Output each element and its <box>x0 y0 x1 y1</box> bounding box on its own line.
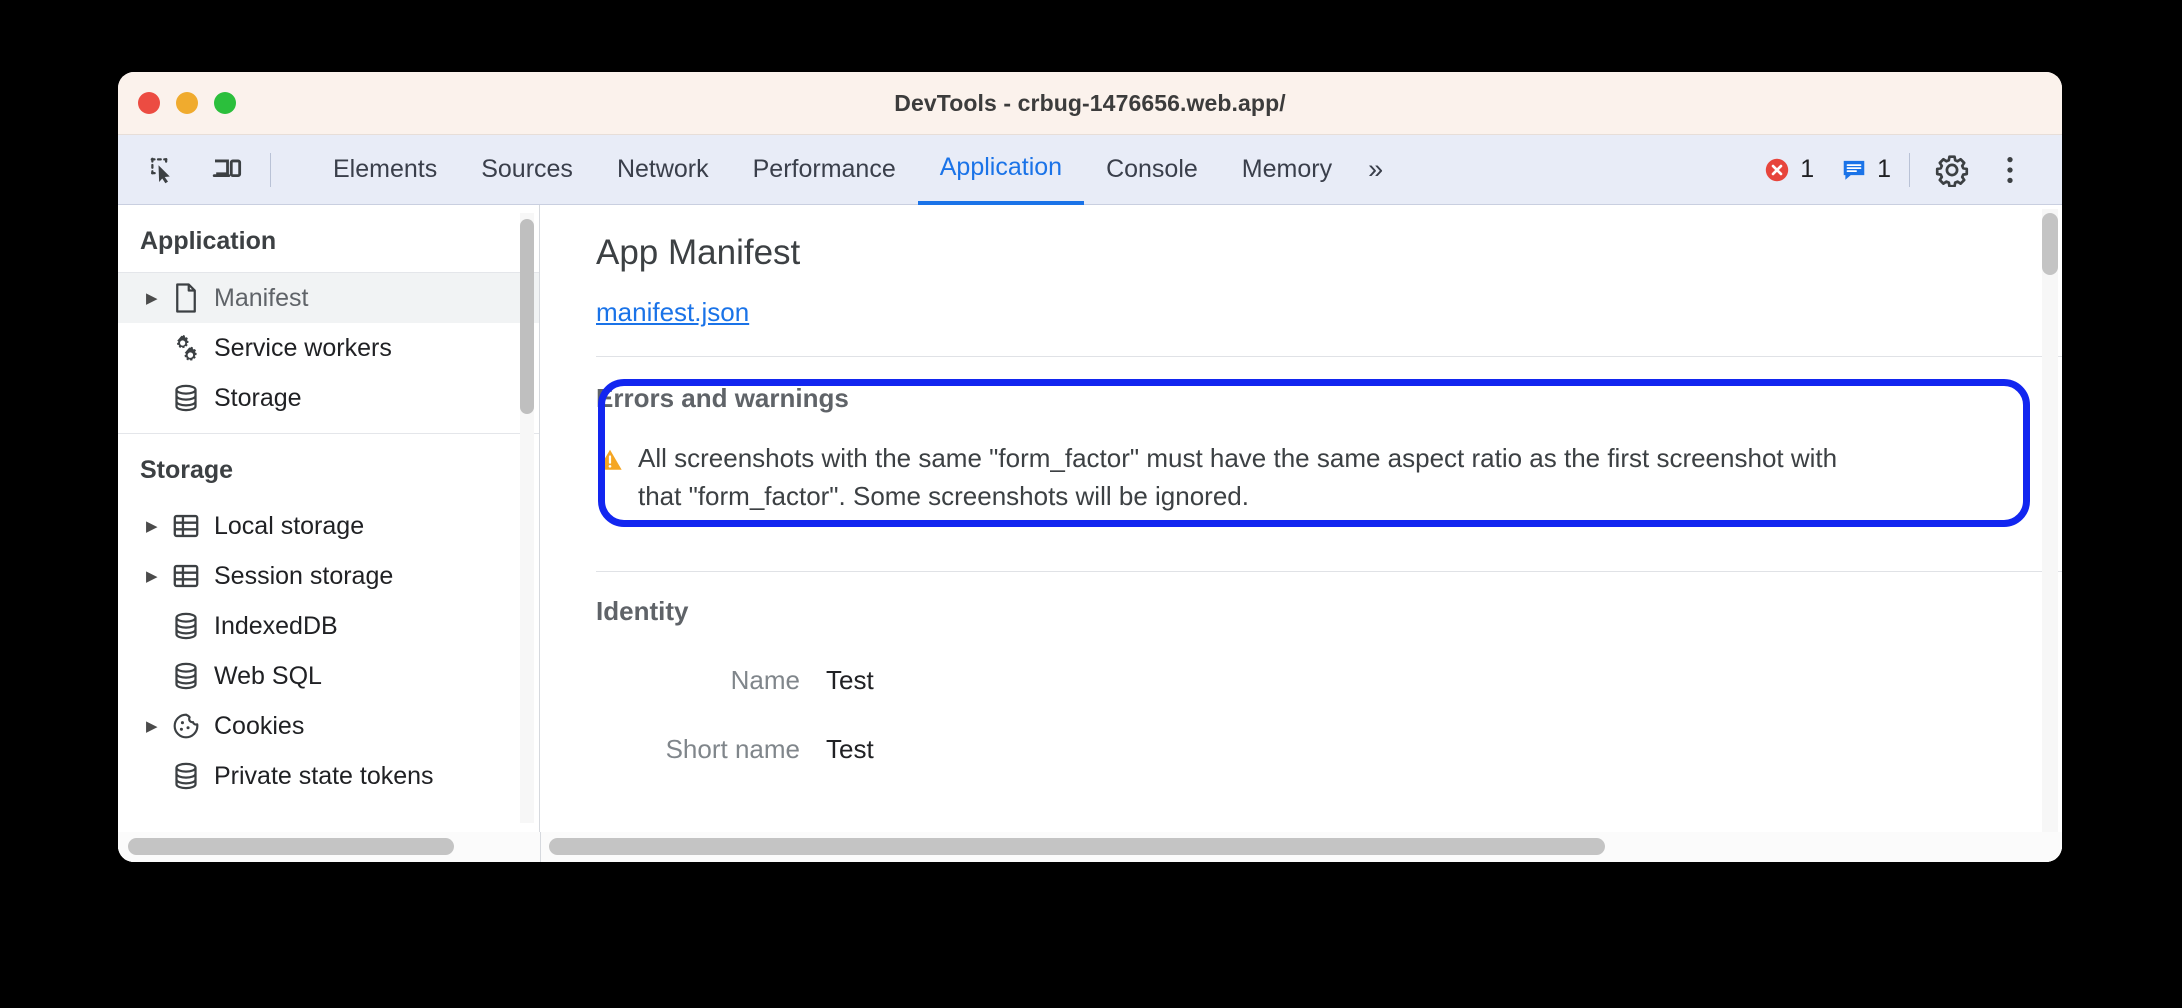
expand-arrow-icon[interactable]: ▶ <box>146 519 168 534</box>
sidebar-hscroll-thumb[interactable] <box>128 838 454 855</box>
database-icon <box>168 761 204 791</box>
identity-field-name: Name Test <box>596 665 2062 696</box>
sidebar-item-session-storage[interactable]: ▶ Session storage <box>118 551 539 601</box>
traffic-light-group <box>138 72 236 134</box>
sidebar-item-label: IndexedDB <box>214 611 338 640</box>
identity-field-short-name: Short name Test <box>596 734 2062 765</box>
panel-tabs: Elements Sources Network Performance App… <box>311 135 1393 205</box>
sidebar-item-service-workers[interactable]: ▶ Service workers <box>118 323 539 373</box>
message-counter[interactable]: 1 <box>1830 155 1901 184</box>
sidebar-item-storage[interactable]: ▶ Storage <box>118 373 539 423</box>
close-window-button[interactable] <box>138 92 160 114</box>
warning-item: All screenshots with the same "form_fact… <box>596 440 1881 515</box>
screenshot-stage: DevTools - crbug-1476656.web.app/ Elemen… <box>0 0 2182 1008</box>
sidebar-item-label: Web SQL <box>214 661 322 690</box>
more-tabs-chevron-icon[interactable]: » <box>1354 135 1393 205</box>
sidebar-vertical-scrollbar[interactable] <box>520 213 534 823</box>
database-icon <box>168 661 204 691</box>
tab-sources[interactable]: Sources <box>459 135 595 205</box>
error-count: 1 <box>1800 155 1815 183</box>
sidebar-section-title-storage: Storage <box>118 433 539 501</box>
tab-memory[interactable]: Memory <box>1220 135 1354 205</box>
toolbar-icon-group <box>140 147 299 193</box>
gear-icon[interactable] <box>1926 144 1978 196</box>
tab-network[interactable]: Network <box>595 135 731 205</box>
tab-performance[interactable]: Performance <box>731 135 918 205</box>
field-value: Test <box>826 734 874 765</box>
device-toolbar-icon[interactable] <box>204 147 250 193</box>
application-sidebar: Application ▶ Manifest ▶ <box>118 205 540 862</box>
expand-arrow-icon[interactable]: ▶ <box>146 719 168 734</box>
table-icon <box>168 562 204 590</box>
sidebar-item-private-state-tokens[interactable]: ▶ Private state tokens <box>118 751 539 801</box>
message-count: 1 <box>1877 155 1891 183</box>
identity-heading: Identity <box>596 596 689 627</box>
cookie-icon <box>168 712 204 740</box>
warning-triangle-icon <box>596 440 624 474</box>
sidebar-item-label: Manifest <box>214 283 309 312</box>
tab-elements[interactable]: Elements <box>311 135 459 205</box>
sidebar-item-indexeddb[interactable]: ▶ IndexedDB <box>118 601 539 651</box>
horizontal-scrollbars <box>118 832 2062 862</box>
database-icon <box>168 611 204 641</box>
error-circle-icon <box>1765 158 1789 181</box>
maximize-window-button[interactable] <box>214 92 236 114</box>
window-title: DevTools - crbug-1476656.web.app/ <box>894 89 1286 116</box>
errors-and-warnings-section: Errors and warnings All screenshots with… <box>596 357 2062 543</box>
window-titlebar: DevTools - crbug-1476656.web.app/ <box>118 72 2062 135</box>
errors-heading: Errors and warnings <box>596 383 849 413</box>
gears-icon <box>168 333 204 363</box>
sidebar-item-cookies[interactable]: ▶ Cookies <box>118 701 539 751</box>
field-label: Name <box>730 665 800 696</box>
toolbar-divider-right <box>1909 152 1910 187</box>
error-counter[interactable]: 1 <box>1753 155 1824 184</box>
devtools-toolbar: Elements Sources Network Performance App… <box>118 135 2062 205</box>
field-value: Test <box>826 665 874 696</box>
main-scrollbar-thumb[interactable] <box>2042 213 2058 275</box>
toolbar-divider <box>270 152 271 187</box>
database-icon <box>168 383 204 413</box>
page-title: App Manifest <box>596 233 801 272</box>
warning-message: All screenshots with the same "form_fact… <box>638 443 1838 511</box>
kebab-menu-icon[interactable] <box>1984 144 2036 196</box>
inspect-element-icon[interactable] <box>140 147 186 193</box>
main-hscroll-thumb[interactable] <box>549 838 1605 855</box>
minimize-window-button[interactable] <box>176 92 198 114</box>
document-icon <box>168 283 204 313</box>
manifest-panel: App Manifest manifest.json Errors and wa… <box>540 205 2062 862</box>
sidebar-item-label: Service workers <box>214 333 392 362</box>
main-vertical-scrollbar[interactable] <box>2042 209 2058 845</box>
sidebar-horizontal-scrollbar[interactable] <box>118 832 541 862</box>
tab-console[interactable]: Console <box>1084 135 1220 205</box>
table-icon <box>168 512 204 540</box>
tab-application[interactable]: Application <box>917 135 1085 205</box>
expand-arrow-icon[interactable]: ▶ <box>146 291 168 306</box>
message-bubble-icon <box>1843 160 1865 180</box>
sidebar-item-label: Private state tokens <box>214 761 434 790</box>
sidebar-item-local-storage[interactable]: ▶ Local storage <box>118 501 539 551</box>
sidebar-scroll-content: Application ▶ Manifest ▶ <box>118 205 539 801</box>
sidebar-item-label: Cookies <box>214 711 305 740</box>
sidebar-item-manifest[interactable]: ▶ Manifest <box>118 273 539 323</box>
field-label: Short name <box>665 734 800 765</box>
sidebar-item-web-sql[interactable]: ▶ Web SQL <box>118 651 539 701</box>
sidebar-item-label: Storage <box>214 383 302 412</box>
devtools-body: Application ▶ Manifest ▶ <box>118 205 2062 862</box>
main-horizontal-scrollbar[interactable] <box>541 832 2062 862</box>
sidebar-item-label: Local storage <box>214 511 365 540</box>
manifest-json-link[interactable]: manifest.json <box>596 297 749 328</box>
expand-arrow-icon[interactable]: ▶ <box>146 569 168 584</box>
manifest-content: App Manifest manifest.json Errors and wa… <box>540 205 2062 765</box>
identity-section: Identity Name Test Short name Test <box>596 572 2062 765</box>
sidebar-scrollbar-thumb[interactable] <box>520 219 534 414</box>
sidebar-section-title-application: Application <box>118 211 539 273</box>
toolbar-right-group: 1 1 <box>1753 144 2062 196</box>
devtools-window: DevTools - crbug-1476656.web.app/ Elemen… <box>118 72 2062 862</box>
sidebar-item-label: Session storage <box>214 561 394 590</box>
